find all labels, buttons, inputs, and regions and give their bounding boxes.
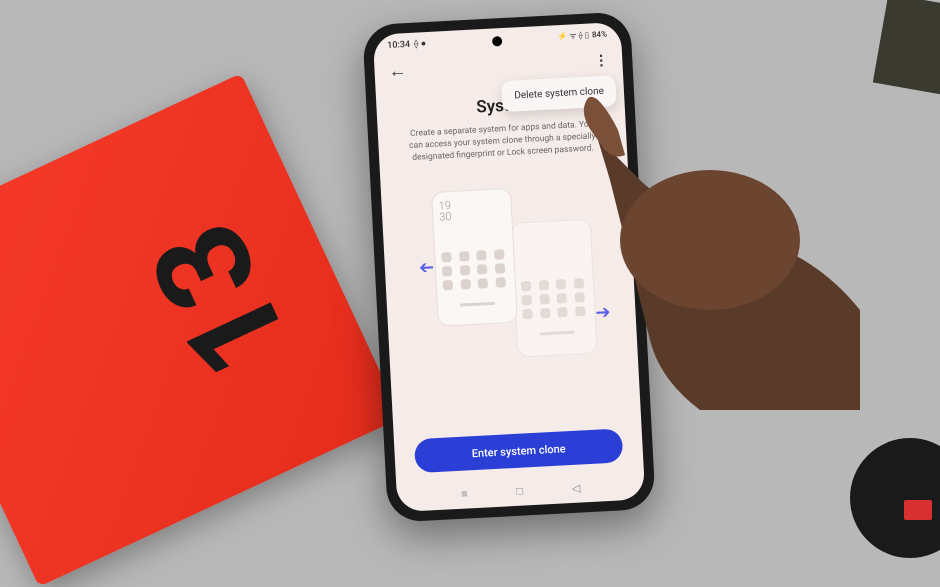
phone-screen: 10:34 ⟠ ● ⚡ ᯤ ⟠ ▯ 84% ← ⋮ Delete system … xyxy=(373,22,646,512)
swap-arrow-icon: ➔ xyxy=(595,301,611,323)
status-icons-right: ⚡ ᯤ ⟠ ▯ xyxy=(557,30,589,43)
product-box-label: 13 xyxy=(119,200,321,400)
delete-clone-menuitem[interactable]: Delete system clone xyxy=(514,86,604,102)
swap-arrow-icon: ➔ xyxy=(418,257,434,279)
product-box: 13 xyxy=(0,73,402,586)
battery-percent: 84% xyxy=(592,30,607,40)
back-button[interactable]: ← xyxy=(388,60,407,82)
desk-object xyxy=(873,0,940,96)
nav-back-button[interactable]: ◁ xyxy=(571,482,580,495)
phone-device: 10:34 ⟠ ● ⚡ ᯤ ⟠ ▯ 84% ← ⋮ Delete system … xyxy=(362,11,656,522)
nav-recent-button[interactable]: ≡ xyxy=(461,487,468,500)
status-time: 10:34 xyxy=(387,39,410,50)
options-dropdown: Delete system clone xyxy=(502,75,617,112)
watermark-logo xyxy=(904,500,932,520)
page-description: Create a separate system for apps and da… xyxy=(398,119,608,166)
navigation-bar: ≡ □ ◁ xyxy=(397,478,645,504)
nav-home-button[interactable]: □ xyxy=(516,485,523,498)
clone-illustration: 1930 ➔ ➔ xyxy=(400,172,618,373)
status-icons-left: ⟠ ● xyxy=(414,38,427,50)
illust-time: 1930 xyxy=(438,197,505,222)
illustration-phone-2 xyxy=(511,218,598,357)
desk-object-2 xyxy=(850,438,940,558)
more-options-button[interactable]: ⋮ xyxy=(594,52,609,69)
enter-system-clone-button[interactable]: Enter system clone xyxy=(414,428,623,473)
illustration-phone-1: 1930 xyxy=(431,187,518,326)
